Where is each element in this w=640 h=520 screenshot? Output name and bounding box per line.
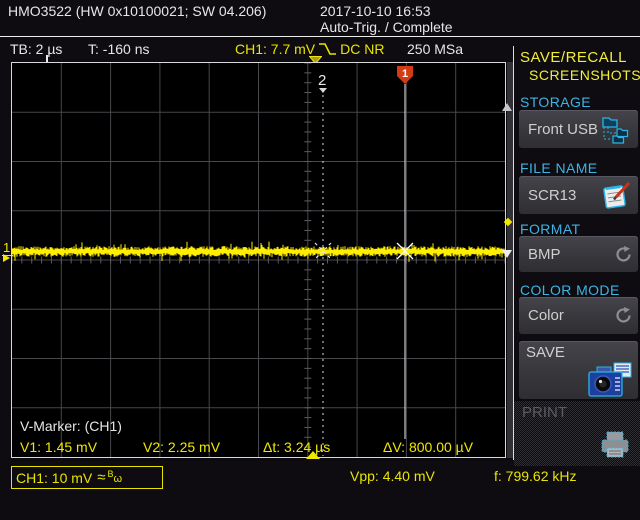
channel1-scale: CH1: 10 mV [16, 470, 92, 486]
time-reference-tick [46, 55, 48, 62]
coupling-mode-readout: DC NR [340, 41, 384, 57]
file-name-button[interactable]: SCR13 [519, 176, 638, 214]
storage-label: STORAGE [520, 94, 591, 110]
channel-scale-readout: CH1: 7.7 mV [235, 41, 315, 57]
timebase-readout: TB: 2 µs [10, 41, 62, 57]
cycle-arrow-icon [615, 246, 632, 263]
save-button-label: SAVE [526, 344, 565, 361]
storage-value: Front USB [528, 121, 598, 138]
header-divider [0, 36, 640, 37]
v-marker-2-arrow-icon [319, 88, 327, 93]
edit-notepad-icon [602, 180, 632, 210]
color-mode-value: Color [528, 307, 564, 324]
trigger-time-readout: T: -160 ns [88, 41, 149, 57]
graticule-canvas: 2 1 [12, 63, 505, 457]
print-button-label: PRINT [522, 404, 567, 421]
frequency-readout: f: 799.62 kHz [494, 468, 577, 484]
sample-rate-readout: 250 MSa [407, 41, 463, 57]
v-marker-2[interactable]: 2 [315, 72, 331, 456]
vpp-readout: Vpp: 4.40 mV [350, 468, 435, 484]
file-name-label: FILE NAME [520, 160, 598, 176]
save-button[interactable]: SAVE [519, 341, 638, 399]
vmarker-delta-t: Δt: 3.24 µs [263, 439, 330, 455]
format-label: FORMAT [520, 221, 580, 237]
menu-divider [513, 46, 514, 460]
channel1-settings-box[interactable]: CH1: 10 mV ≈ B ω [11, 466, 163, 489]
oscilloscope-screen: HMO3522 (HW 0x10100021; SW 04.206) 2017-… [0, 0, 640, 520]
channel-status-group: CH1: 7.7 mV DC NR [235, 41, 384, 57]
file-name-value: SCR13 [528, 187, 576, 204]
v-marker-1-label: 1 [402, 68, 408, 80]
vmarker-v2: V2: 2.25 mV [143, 439, 220, 455]
v-marker-2-label: 2 [318, 72, 326, 89]
cycle-arrow-icon [615, 307, 632, 324]
folder-tree-icon [602, 114, 632, 144]
vmarker-delta-v: ΔV: 800.00 µV [383, 439, 473, 455]
printer-icon [600, 431, 630, 459]
offset-marker-icon [502, 250, 512, 258]
storage-button[interactable]: Front USB [519, 110, 638, 148]
trigger-status: Auto-Trig. / Complete [320, 19, 453, 35]
camera-icon [587, 362, 633, 398]
menu-title: SAVE/RECALL [520, 49, 627, 66]
color-mode-button[interactable]: Color [519, 297, 638, 334]
trigger-level-marker-icon[interactable] [502, 103, 512, 111]
format-button[interactable]: BMP [519, 236, 638, 272]
bandwidth-limit-symbol-w: ω [114, 473, 123, 485]
vmarker-v1: V1: 1.45 mV [20, 439, 97, 455]
format-value: BMP [528, 246, 561, 263]
device-title: HMO3522 (HW 0x10100021; SW 04.206) [8, 3, 266, 19]
datetime: 2017-10-10 16:53 [320, 3, 431, 19]
print-button[interactable]: PRINT [514, 401, 640, 466]
falling-edge-trigger-icon [318, 42, 337, 56]
channel1-position-arrow-icon [3, 254, 10, 262]
menu-subtitle: SCREENSHOTS [529, 67, 640, 83]
ac-coupling-symbol: ≈ [97, 469, 105, 486]
color-mode-label: COLOR MODE [520, 282, 620, 298]
vmarker-title: V-Marker: (CH1) [20, 418, 122, 434]
waveform-display: 2 1 [11, 62, 506, 458]
